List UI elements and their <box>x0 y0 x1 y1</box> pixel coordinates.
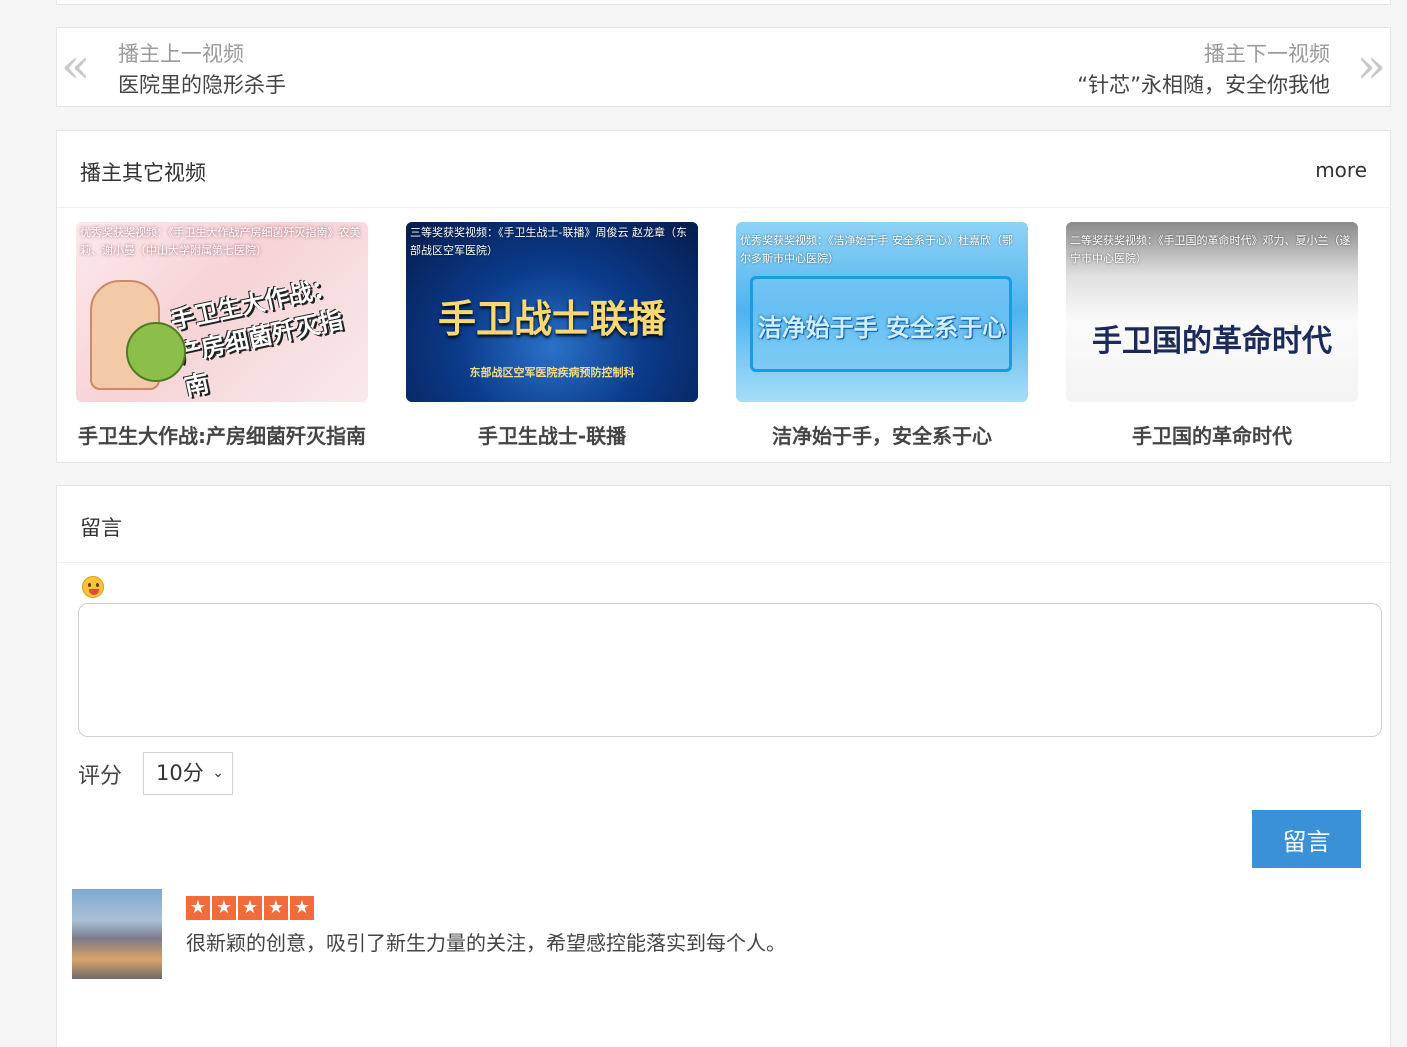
thumbnail-caption: 二等奖获奖视频：《手卫国的革命时代》邓力、夏小兰（遂宁市中心医院） <box>1070 234 1351 265</box>
comment-item: ★ ★ ★ ★ ★ 很新颖的创意，吸引了新生力量的关注，希望感控能落实到每个人。 <box>72 889 1372 989</box>
other-videos-title: 播主其它视频 <box>80 161 206 185</box>
video-thumbnail[interactable]: 三等奖获奖视频：《手卫生战士-联播》周俊云 赵龙章（东部战区空军医院） 手卫战士… <box>406 222 698 402</box>
video-title[interactable]: 手卫生大作战:产房细菌歼灭指南 <box>57 420 387 449</box>
thumbnail-text: 手卫国的革命时代 <box>1092 324 1332 359</box>
prev-arrow-icon[interactable]: « <box>61 40 90 92</box>
thumbnail-caption: 优秀奖获奖视频：《手卫生大作战产房细菌歼灭指南》农美莉、谢小曼（中山大学附属第七… <box>80 226 361 257</box>
other-videos-panel: 播主其它视频 more 优秀奖获奖视频：《手卫生大作战产房细菌歼灭指南》农美莉、… <box>56 130 1391 463</box>
star-icon: ★ <box>238 896 262 920</box>
submit-comment-button[interactable]: 留言 <box>1252 810 1361 868</box>
video-thumbnail[interactable]: 优秀奖获奖视频：《手卫生大作战产房细菌歼灭指南》农美莉、谢小曼（中山大学附属第七… <box>76 222 368 402</box>
comments-title: 留言 <box>80 516 122 540</box>
next-arrow-icon[interactable]: » <box>1357 40 1386 92</box>
thumbnail-caption: 三等奖获奖视频：《手卫生战士-联播》周俊云 赵龙章（东部战区空军医院） <box>410 226 687 257</box>
video-card[interactable]: 二等奖获奖视频：《手卫国的革命时代》邓力、夏小兰（遂宁市中心医院） 手卫国的革命… <box>1047 222 1377 449</box>
score-selected-value: 10分 <box>156 761 204 785</box>
prev-video-link[interactable]: 播主上一视频 医院里的隐形杀手 <box>118 40 286 100</box>
avatar <box>72 889 162 979</box>
score-select[interactable]: 10分 ⌄ <box>143 752 233 795</box>
video-title[interactable]: 手卫生战士-联播 <box>387 420 717 449</box>
video-list: 优秀奖获奖视频：《手卫生大作战产房细菌歼灭指南》农美莉、谢小曼（中山大学附属第七… <box>57 222 1390 462</box>
next-video-link[interactable]: 播主下一视频 “针芯”永相随，安全你我他 <box>1077 40 1330 100</box>
emoji-icon[interactable] <box>82 576 104 598</box>
other-videos-header: 播主其它视频 more <box>57 131 1390 208</box>
comments-panel: 留言 评分 10分 ⌄ 留言 ★ ★ ★ ★ ★ 很新颖的创意，吸引了新生力量的… <box>56 485 1391 1047</box>
video-card[interactable]: 优秀奖获奖视频：《洁净始于手 安全系于心》杜嘉欣（鄂尔多斯市中心医院） 洁净始于… <box>717 222 1047 449</box>
star-icon: ★ <box>186 896 210 920</box>
prev-video-hint: 播主上一视频 <box>118 42 244 66</box>
comment-text: 很新颖的创意，吸引了新生力量的关注，希望感控能落实到每个人。 <box>186 931 786 955</box>
score-label: 评分 <box>78 764 123 789</box>
top-card-edge <box>56 0 1391 5</box>
thumbnail-text: 手卫生大作战：产房细菌歼灭指南 <box>168 272 346 402</box>
video-thumbnail[interactable]: 优秀奖获奖视频：《洁净始于手 安全系于心》杜嘉欣（鄂尔多斯市中心医院） 洁净始于… <box>736 222 1028 402</box>
video-pager: « 播主上一视频 医院里的隐形杀手 播主下一视频 “针芯”永相随，安全你我他 » <box>56 27 1391 107</box>
chevron-down-icon: ⌄ <box>212 765 224 781</box>
next-video-hint: 播主下一视频 <box>1204 42 1330 66</box>
video-card[interactable]: 三等奖获奖视频：《手卫生战士-联播》周俊云 赵龙章（东部战区空军医院） 手卫战士… <box>387 222 717 449</box>
thumbnail-caption: 优秀奖获奖视频：《洁净始于手 安全系于心》杜嘉欣（鄂尔多斯市中心医院） <box>740 234 1013 265</box>
thumbnail-text: 手卫战士联播 <box>437 296 666 341</box>
star-icon: ★ <box>212 896 236 920</box>
more-link[interactable]: more <box>1315 158 1367 182</box>
next-video-title[interactable]: “针芯”永相随，安全你我他 <box>1077 70 1330 100</box>
video-card[interactable]: 优秀奖获奖视频：《手卫生大作战产房细菌歼灭指南》农美莉、谢小曼（中山大学附属第七… <box>57 222 387 449</box>
star-icon: ★ <box>290 896 314 920</box>
star-icon: ★ <box>264 896 288 920</box>
comment-input[interactable] <box>78 603 1382 737</box>
video-thumbnail[interactable]: 二等奖获奖视频：《手卫国的革命时代》邓力、夏小兰（遂宁市中心医院） 手卫国的革命… <box>1066 222 1358 402</box>
prev-video-title[interactable]: 医院里的隐形杀手 <box>118 70 286 100</box>
germ-illustration <box>126 322 186 382</box>
rating-stars: ★ ★ ★ ★ ★ <box>186 896 314 920</box>
thumbnail-text: 洁净始于手 安全系于心 <box>757 314 1007 342</box>
comments-header: 留言 <box>57 486 1390 563</box>
video-title[interactable]: 手卫国的革命时代 <box>1047 420 1377 449</box>
video-title[interactable]: 洁净始于手，安全系于心 <box>717 420 1047 449</box>
thumbnail-subtext: 东部战区空军医院疾病预防控制科 <box>469 366 635 379</box>
